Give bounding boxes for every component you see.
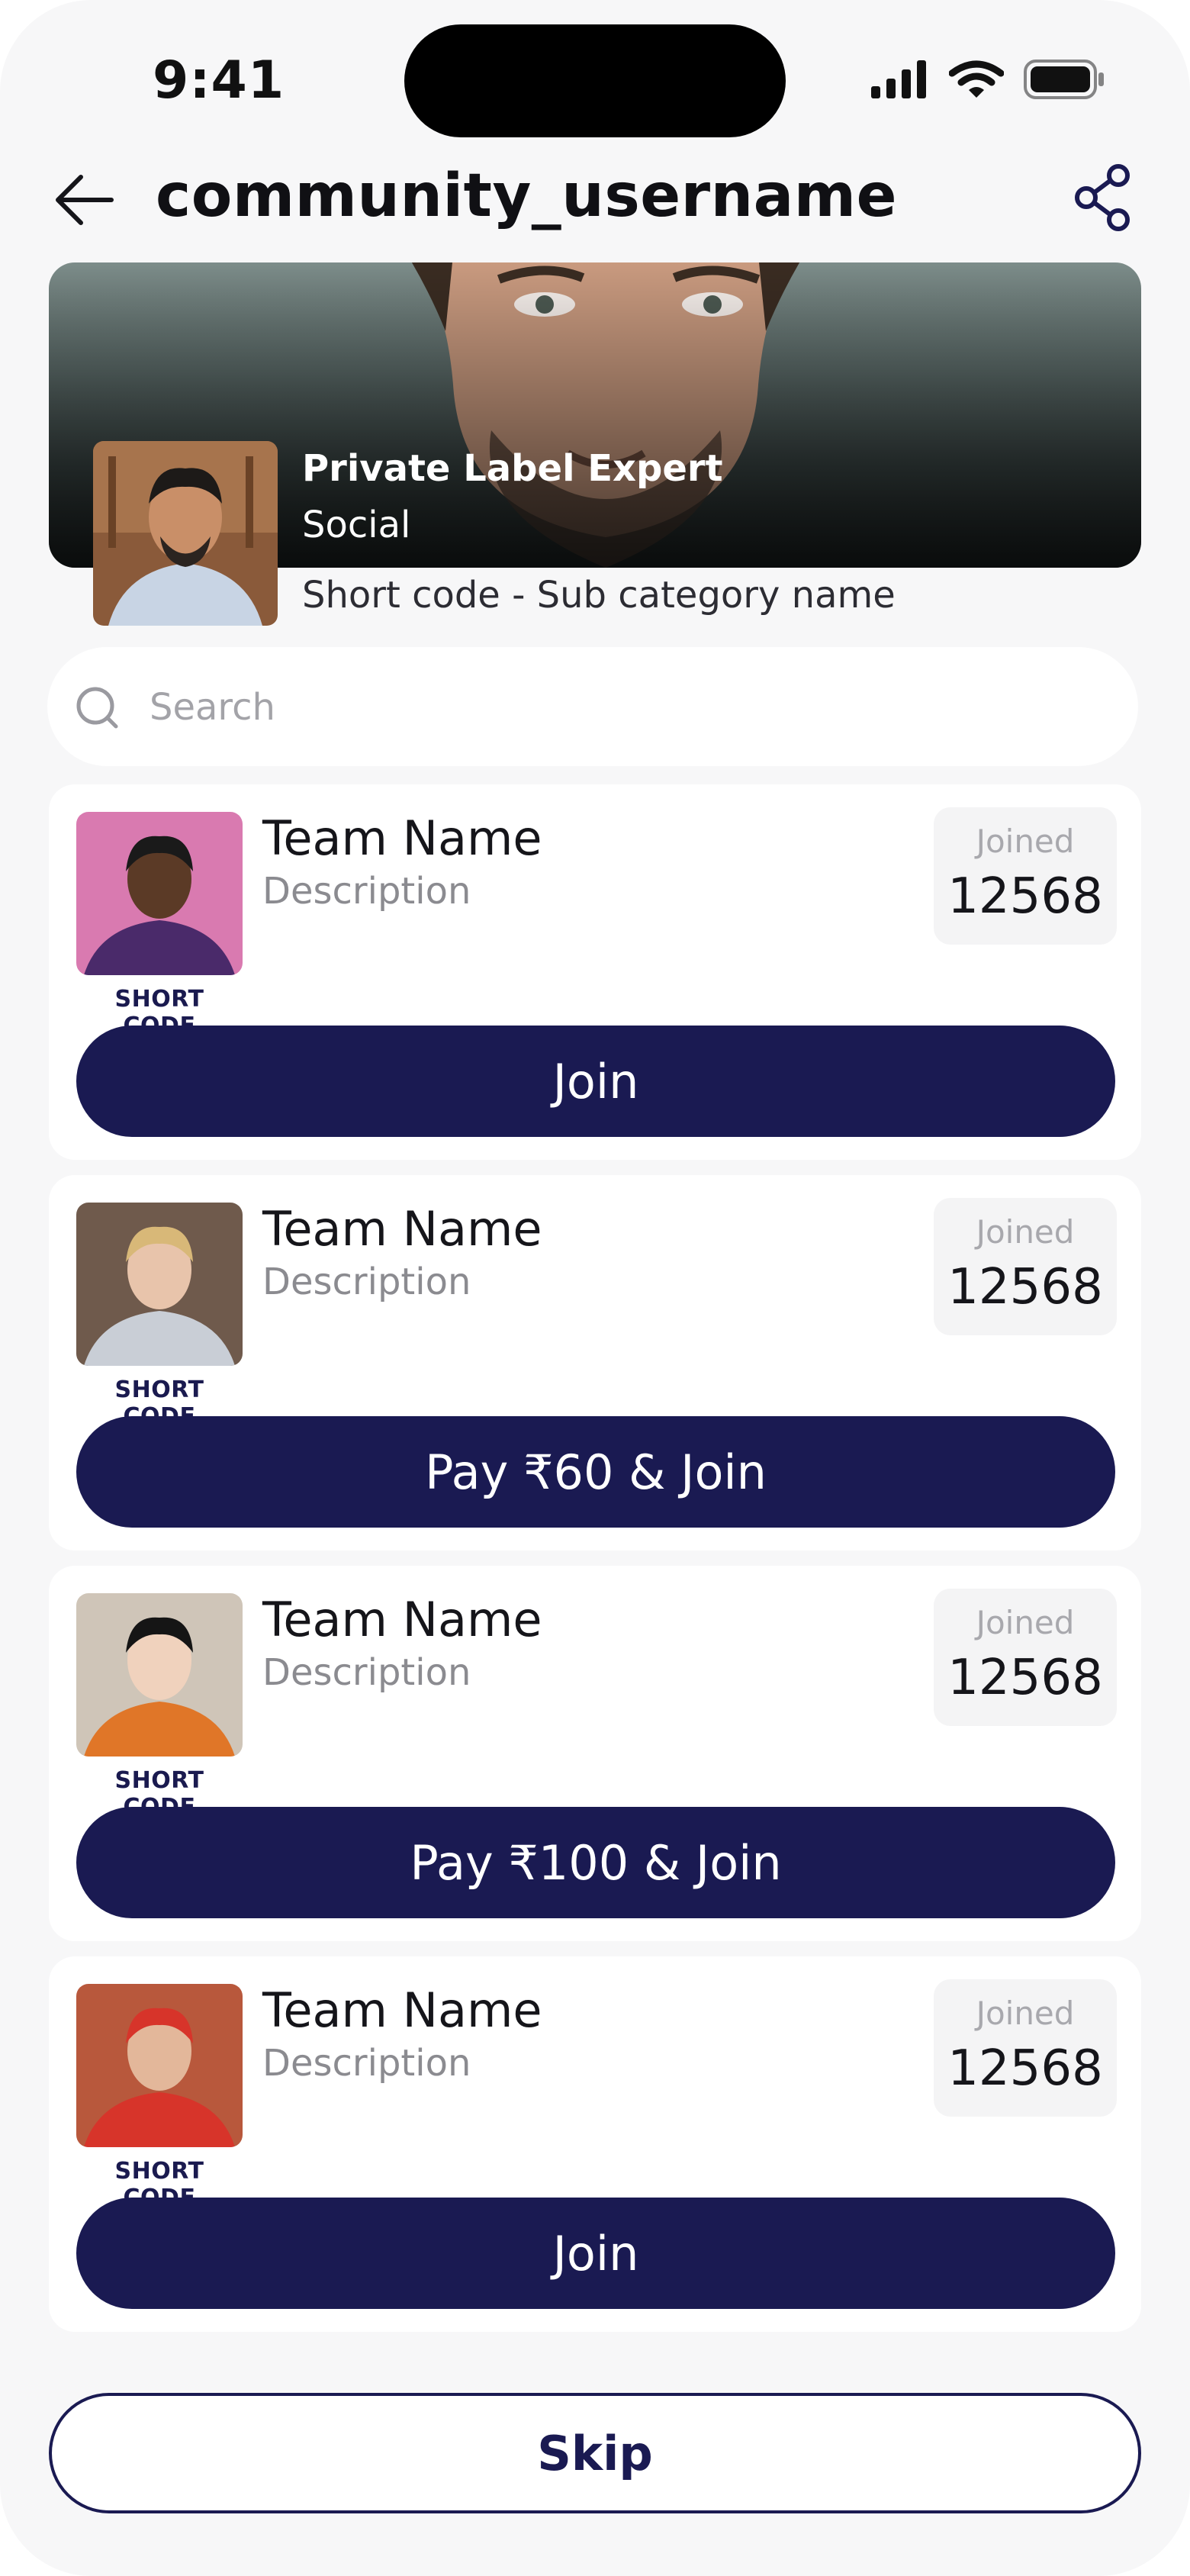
- skip-button[interactable]: Skip: [49, 2393, 1141, 2513]
- dynamic-island: [404, 24, 786, 137]
- team-avatar: [76, 812, 243, 975]
- joined-label: Joined: [976, 1604, 1075, 1641]
- team-card: SHORT CODE Team Name Description Joined …: [49, 1566, 1141, 1941]
- joined-count: 12568: [947, 1259, 1103, 1315]
- joined-label: Joined: [976, 1213, 1075, 1251]
- team-card: SHORT CODE Team Name Description Joined …: [49, 1956, 1141, 2332]
- share-icon[interactable]: [1073, 163, 1134, 232]
- profile-type: Social: [302, 504, 411, 546]
- status-icons: [871, 60, 1106, 99]
- team-name: Team Name: [262, 1201, 542, 1257]
- team-card: SHORT CODE Team Name Description Joined …: [49, 1175, 1141, 1550]
- team-description: Description: [262, 1651, 471, 1694]
- join-button[interactable]: Join: [76, 2198, 1115, 2309]
- profile-avatar: [93, 441, 278, 626]
- joined-count: 12568: [947, 1650, 1103, 1706]
- join-button[interactable]: Pay ₹60 & Join: [76, 1416, 1115, 1528]
- team-avatar: [76, 1984, 243, 2147]
- team-name: Team Name: [262, 810, 542, 866]
- profile-name: Private Label Expert: [302, 447, 723, 490]
- battery-icon: [1024, 60, 1104, 99]
- status-time: 9:41: [153, 50, 285, 111]
- joined-label: Joined: [976, 1995, 1075, 2032]
- join-button[interactable]: Join: [76, 1026, 1115, 1137]
- team-name: Team Name: [262, 1592, 542, 1647]
- team-description: Description: [262, 2042, 471, 2085]
- team-avatar: [76, 1593, 243, 1757]
- joined-label: Joined: [976, 823, 1075, 860]
- team-card: SHORT CODE Team Name Description Joined …: [49, 784, 1141, 1160]
- signal-icon: [871, 60, 926, 98]
- joined-stat: Joined 12568: [934, 1198, 1117, 1335]
- joined-count: 12568: [947, 2040, 1103, 2097]
- search-input[interactable]: [148, 675, 1097, 740]
- back-arrow-icon[interactable]: [55, 172, 114, 227]
- app-screen: 9:41 community_username Private Label Ex…: [0, 0, 1190, 2576]
- page-title: community_username: [156, 162, 897, 230]
- wifi-icon: [949, 60, 1004, 98]
- join-button[interactable]: Pay ₹100 & Join: [76, 1807, 1115, 1918]
- team-description: Description: [262, 870, 471, 913]
- profile-subtitle: Short code - Sub category name: [302, 574, 896, 617]
- joined-stat: Joined 12568: [934, 807, 1117, 945]
- team-name: Team Name: [262, 1982, 542, 2038]
- joined-stat: Joined 12568: [934, 1589, 1117, 1726]
- search-bar[interactable]: [47, 647, 1138, 766]
- team-description: Description: [262, 1261, 471, 1303]
- joined-stat: Joined 12568: [934, 1979, 1117, 2117]
- search-icon: [76, 687, 118, 729]
- joined-count: 12568: [947, 868, 1103, 925]
- team-avatar: [76, 1203, 243, 1366]
